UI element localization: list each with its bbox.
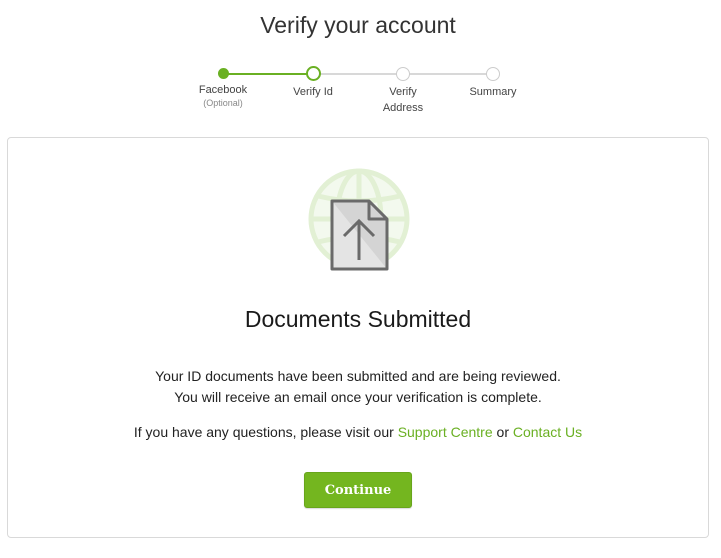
step-verify-id[interactable]: Verify Id	[268, 64, 358, 100]
document-upload-globe-icon	[308, 168, 410, 271]
contact-us-link[interactable]: Contact Us	[513, 424, 582, 440]
step-sublabel: (Optional)	[203, 98, 243, 108]
progress-stepper: Facebook (Optional) Verify Id Verify Add…	[0, 64, 721, 116]
step-verify-address[interactable]: Verify Address	[373, 64, 433, 116]
support-centre-link[interactable]: Support Centre	[398, 424, 493, 440]
step-current-dot-icon	[305, 66, 321, 81]
step-label: Verify Id	[293, 86, 333, 98]
step-label: Facebook	[198, 84, 248, 96]
help-text-prefix: If you have any questions, please visit …	[133, 424, 398, 440]
step-pending-dot-icon	[486, 67, 500, 81]
status-message-line1: Your ID documents have been submitted an…	[155, 368, 561, 384]
step-pending-dot-icon	[396, 67, 410, 81]
status-card: Documents Submitted Your ID documents ha…	[7, 137, 709, 538]
step-facebook[interactable]: Facebook (Optional)	[178, 64, 268, 108]
help-text-or: or	[492, 424, 513, 440]
page-title: Verify your account	[260, 12, 456, 38]
help-text: If you have any questions, please visit …	[8, 422, 708, 443]
step-complete-dot-icon	[217, 68, 229, 79]
step-label: Verify Address	[382, 86, 424, 114]
step-label: Summary	[469, 86, 517, 98]
status-heading: Documents Submitted	[244, 306, 472, 332]
step-summary[interactable]: Summary	[448, 64, 538, 100]
continue-button[interactable]: Continue	[304, 472, 412, 508]
status-message-line2: You will receive an email once your veri…	[174, 389, 542, 405]
